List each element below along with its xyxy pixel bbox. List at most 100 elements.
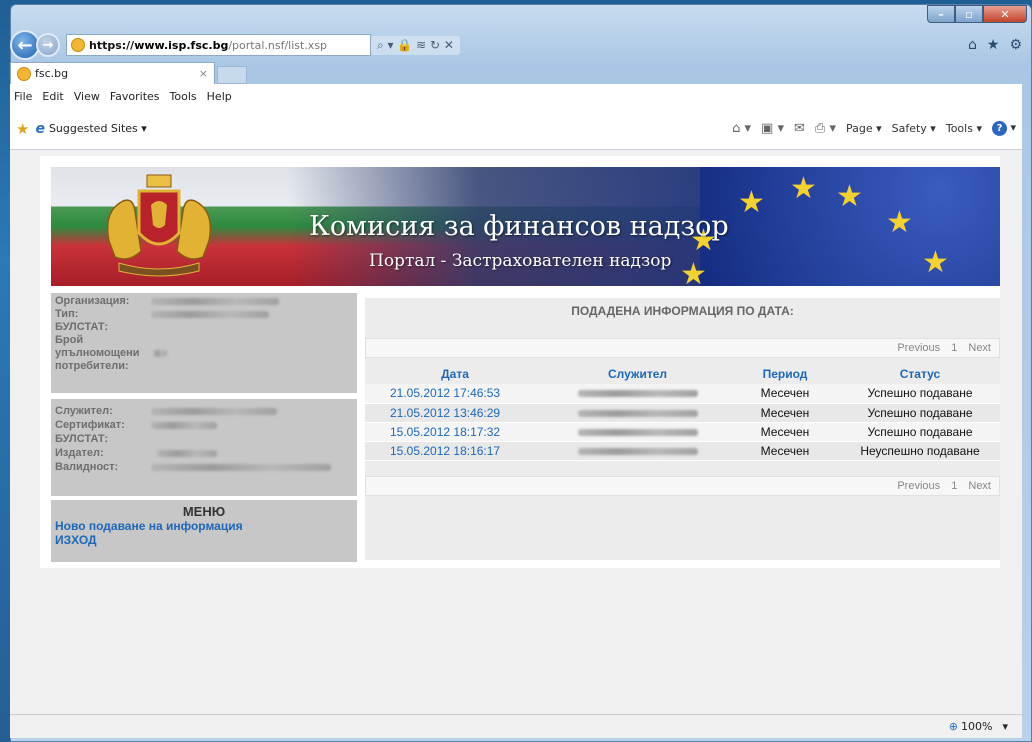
- issuer-row: Издател:: [51, 447, 357, 461]
- tab-close-icon[interactable]: ×: [199, 67, 208, 80]
- submissions-table: Дата Служител Период Статус 21.05.2012 1…: [365, 364, 1000, 461]
- menu-tools[interactable]: Tools: [170, 90, 197, 103]
- new-tab-button[interactable]: [217, 66, 247, 84]
- next-link[interactable]: Next: [968, 342, 991, 354]
- row-date-link[interactable]: 15.05.2012 18:17:32: [365, 422, 545, 442]
- redacted-value: [577, 390, 698, 398]
- submissions-panel: ПОДАДЕНА ИНФОРМАЦИЯ ПО ДАТА: Previous 1 …: [365, 298, 1000, 560]
- menu-favorites[interactable]: Favorites: [110, 90, 160, 103]
- suggested-sites-link[interactable]: Suggested Sites ▾: [49, 122, 147, 135]
- redacted-value: [151, 311, 269, 318]
- logout-link[interactable]: ИЗХОД: [51, 533, 357, 547]
- mail-icon[interactable]: ✉: [794, 121, 805, 136]
- certificate-row: Сертификат:: [51, 419, 357, 433]
- redacted-value: [157, 450, 217, 457]
- issuer-label: Издател:: [55, 447, 104, 459]
- new-submission-link[interactable]: Ново подаване на информация: [51, 519, 357, 533]
- home-command-icon[interactable]: ⌂ ▾: [732, 121, 751, 136]
- table-row: 15.05.2012 18:16:17 Месечен Неуспешно по…: [365, 441, 1000, 461]
- row-period: Месечен: [730, 422, 840, 442]
- redacted-value: [151, 422, 217, 429]
- redacted-value: [151, 464, 331, 471]
- redacted-value: [577, 447, 698, 455]
- home-icon[interactable]: ⌂: [968, 37, 977, 53]
- redacted-value: [577, 428, 698, 436]
- users-row-2: упълномощени: [51, 347, 357, 360]
- row-period: Месечен: [730, 403, 840, 423]
- page-content: ★ ★ ★ ★ ★ ★ ★ Комисия за финансов надзор…: [10, 150, 1022, 714]
- close-window-button[interactable]: ✕: [983, 5, 1027, 23]
- site-favicon-icon: [71, 38, 85, 52]
- browser-tools: ⌂ ★ ⚙: [968, 37, 1022, 53]
- address-bar[interactable]: https:// www.isp.fsc.bg /portal.nsf/list…: [66, 34, 371, 56]
- users-row-3: потребители:: [51, 360, 357, 373]
- feeds-icon[interactable]: ▣ ▾: [761, 121, 784, 136]
- side-menu: МЕНЮ Ново подаване на информация ИЗХОД: [51, 500, 357, 562]
- previous-link[interactable]: Previous: [897, 342, 940, 354]
- banner-subtitle: Портал - Застрахователен надзор: [369, 251, 672, 271]
- portal-banner: ★ ★ ★ ★ ★ ★ ★ Комисия за финансов надзор…: [51, 167, 1000, 286]
- menu-edit[interactable]: Edit: [42, 90, 63, 103]
- employee-panel: Служител: Сертификат: БУЛСТАТ: Издател: …: [51, 399, 357, 496]
- tab-title: fsc.bg: [35, 67, 69, 80]
- menu-view[interactable]: View: [74, 90, 100, 103]
- col-date[interactable]: Дата: [365, 364, 545, 384]
- org-label: Организация:: [55, 295, 130, 307]
- pager-bottom: Previous 1 Next: [365, 476, 1000, 496]
- employee-row: Служител:: [51, 405, 357, 419]
- url-path: /portal.nsf/list.xsp: [228, 38, 328, 52]
- users-label-1: Брой: [55, 334, 84, 346]
- page-number[interactable]: 1: [951, 480, 957, 492]
- row-date-link[interactable]: 15.05.2012 18:16:17: [365, 441, 545, 461]
- org-row: Организация:: [51, 295, 357, 308]
- tab-strip: fsc.bg ×: [10, 62, 1022, 84]
- validity-label: Валидност:: [55, 461, 119, 473]
- navigation-bar: ← → https:// www.isp.fsc.bg /portal.nsf/…: [10, 28, 1022, 62]
- menu-file[interactable]: File: [14, 90, 32, 103]
- pager-top: Previous 1 Next: [365, 338, 1000, 358]
- page-menu[interactable]: Page ▾: [846, 122, 882, 135]
- maximize-button[interactable]: ▫: [955, 5, 983, 23]
- redacted-value: [153, 350, 167, 357]
- page-number[interactable]: 1: [951, 342, 957, 354]
- address-tools[interactable]: ⌕ ▾ 🔒 ≋ ↻ ✕: [371, 35, 460, 55]
- col-employee[interactable]: Служител: [545, 364, 730, 384]
- redacted-value: [151, 298, 279, 305]
- validity-row: Валидност:: [51, 461, 357, 475]
- eu-stars-icon: ★ ★ ★ ★ ★ ★ ★: [680, 171, 949, 286]
- col-status[interactable]: Статус: [840, 364, 1000, 384]
- menu-help[interactable]: Help: [207, 90, 232, 103]
- row-date-link[interactable]: 21.05.2012 13:46:29: [365, 403, 545, 423]
- row-date-link[interactable]: 21.05.2012 17:46:53: [365, 384, 545, 404]
- row-employee: [545, 403, 730, 423]
- bulgarian-coat-of-arms-icon: [106, 174, 212, 277]
- zoom-icon: ⊕: [948, 720, 959, 733]
- tools-menu[interactable]: Tools ▾: [946, 122, 982, 135]
- redacted-value: [577, 409, 698, 417]
- row-period: Месечен: [730, 384, 840, 404]
- forward-button[interactable]: →: [36, 33, 60, 57]
- url-domain: www.isp.fsc.bg: [134, 38, 229, 52]
- favorites-star-icon[interactable]: ★: [987, 37, 1000, 53]
- zoom-dropdown-icon[interactable]: ▾: [1002, 720, 1008, 733]
- certificate-label: Сертификат:: [55, 419, 125, 431]
- next-link[interactable]: Next: [968, 480, 991, 492]
- safety-menu[interactable]: Safety ▾: [892, 122, 936, 135]
- bulstat-label: БУЛСТАТ:: [55, 321, 109, 333]
- users-row: Брой: [51, 334, 357, 347]
- redacted-value: [151, 408, 277, 415]
- previous-link[interactable]: Previous: [897, 480, 940, 492]
- row-status: Успешно подаване: [840, 384, 1000, 404]
- col-period[interactable]: Период: [730, 364, 840, 384]
- employee-label: Служител:: [55, 405, 113, 417]
- print-icon[interactable]: ⎙ ▾: [815, 121, 836, 136]
- browser-tab[interactable]: fsc.bg ×: [10, 62, 215, 84]
- table-row: 21.05.2012 13:46:29 Месечен Успешно пода…: [365, 403, 1000, 423]
- minimize-button[interactable]: –: [927, 5, 955, 23]
- row-status: Успешно подаване: [840, 403, 1000, 423]
- settings-gear-icon[interactable]: ⚙: [1009, 37, 1022, 53]
- zoom-level[interactable]: 100%: [961, 720, 992, 733]
- add-favorite-star-icon[interactable]: ★: [16, 120, 29, 138]
- help-icon[interactable]: ? ▾: [991, 121, 1016, 136]
- row-status: Неуспешно подаване: [840, 441, 1000, 461]
